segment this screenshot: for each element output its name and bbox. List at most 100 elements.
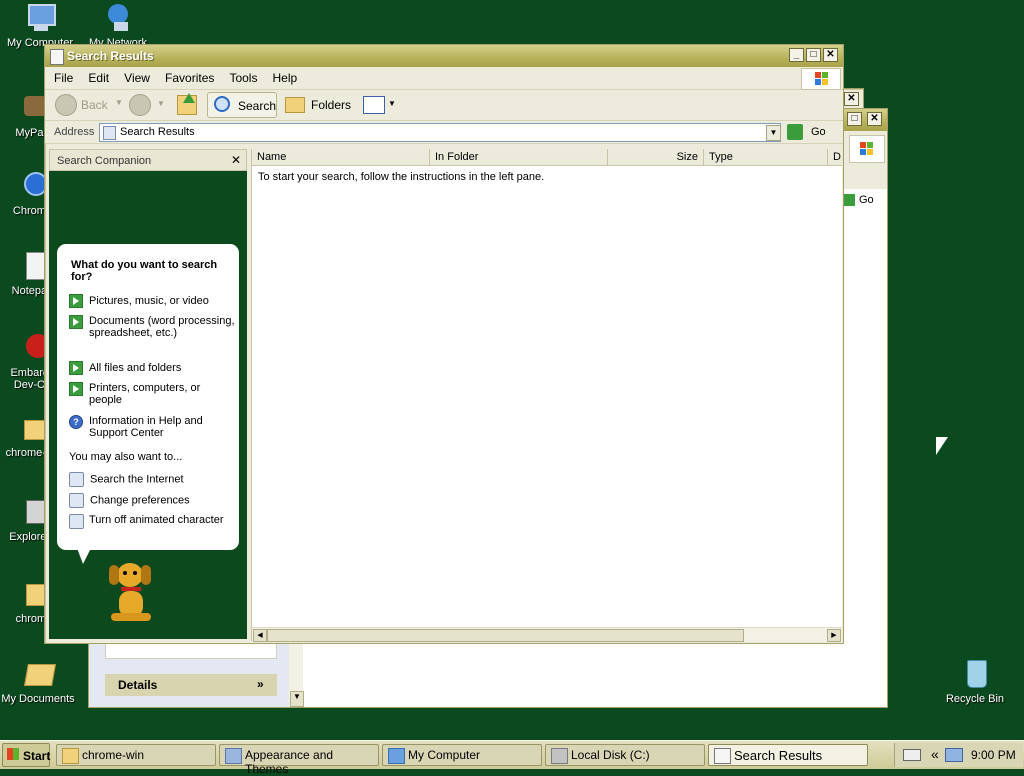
up-folder-button[interactable] — [175, 93, 199, 117]
back-label: Back — [81, 98, 108, 112]
back-window-go-button[interactable]: Go — [841, 191, 881, 211]
taskbar-button-search-results[interactable]: Search Results — [708, 744, 868, 766]
search-page-icon — [103, 126, 116, 140]
menu-favorites[interactable]: Favorites — [159, 67, 220, 85]
option-turn-off-character[interactable]: Turn off animated character — [69, 514, 235, 529]
menu-help[interactable]: Help — [267, 67, 304, 85]
horizontal-scrollbar[interactable]: ◀ ▶ — [252, 627, 842, 642]
search-results-window[interactable]: Search Results _ □ ✕ File Edit View Favo… — [44, 44, 844, 644]
details-panel-header[interactable]: Details » — [105, 674, 277, 696]
scroll-thumb[interactable] — [267, 629, 744, 642]
disk-drive-icon — [551, 748, 568, 764]
go-button[interactable]: Go — [785, 123, 835, 141]
search-dog-character-icon[interactable] — [101, 561, 161, 627]
windows-flag-icon — [7, 748, 19, 760]
go-arrow-icon — [843, 194, 855, 206]
menu-edit[interactable]: Edit — [82, 67, 115, 85]
address-label: Address — [54, 126, 95, 138]
back-window-toolbar-strip — [843, 131, 887, 189]
scroll-right-arrow[interactable]: ▶ — [827, 629, 841, 642]
character-icon — [69, 514, 84, 529]
title-bar[interactable]: Search Results _ □ ✕ — [45, 45, 843, 67]
search-window-icon — [714, 748, 731, 764]
back-button[interactable]: Back ▼ — [53, 93, 123, 117]
chevron-down-icon: » — [257, 677, 264, 691]
desktop-icon-recycle-bin[interactable]: Recycle Bin — [935, 658, 1015, 705]
search-options-balloon: What do you want to search for? Pictures… — [57, 244, 239, 564]
companion-background: What do you want to search for? Pictures… — [49, 171, 247, 639]
search-companion-header: Search Companion ✕ — [49, 149, 247, 171]
address-field[interactable]: Search Results ▼ — [99, 123, 781, 142]
close-button[interactable]: ✕ — [867, 112, 882, 126]
taskbar-button-label: Appearance and Themes — [245, 748, 334, 776]
green-arrow-icon — [69, 382, 83, 396]
windows-logo-icon — [849, 135, 885, 163]
control-panel-icon — [225, 748, 242, 764]
column-name[interactable]: Name — [252, 149, 430, 165]
internet-search-icon — [69, 472, 84, 487]
views-icon — [363, 96, 385, 114]
menu-view[interactable]: View — [118, 67, 156, 85]
option-change-preferences[interactable]: Change preferences — [69, 493, 229, 508]
documents-folder-icon — [22, 658, 56, 690]
menu-file[interactable]: File — [45, 67, 79, 85]
clock[interactable]: 9:00 PM — [971, 748, 1016, 762]
scroll-left-arrow[interactable]: ◀ — [253, 629, 267, 642]
forward-arrow-icon — [129, 94, 151, 116]
column-type[interactable]: Type — [704, 149, 828, 165]
taskbar-button-chrome-win[interactable]: chrome-win — [56, 744, 216, 766]
option-printers[interactable]: Printers, computers, or people — [69, 382, 235, 406]
tray-expand-button[interactable]: « — [931, 746, 939, 762]
column-size[interactable]: Size — [608, 149, 704, 165]
taskbar-button-local-disk[interactable]: Local Disk (C:) — [545, 744, 705, 766]
desktop-icon-label: Recycle Bin — [945, 693, 1005, 705]
taskbar-button-label: Local Disk (C:) — [571, 748, 650, 762]
start-label: Start — [23, 749, 51, 763]
option-label: Search the Internet — [90, 473, 184, 486]
option-documents[interactable]: Documents (word processing, spreadsheet,… — [69, 315, 235, 339]
taskbar-button-label: My Computer — [408, 748, 481, 762]
option-search-internet[interactable]: Search the Internet — [69, 472, 229, 487]
minimize-button[interactable]: _ — [789, 48, 804, 62]
close-icon[interactable]: ✕ — [231, 153, 241, 167]
computer-icon — [388, 748, 405, 764]
taskbar: Start chrome-win Appearance and Themes M… — [0, 740, 1024, 776]
empty-results-message: To start your search, follow the instruc… — [258, 171, 545, 183]
folders-button[interactable]: Folders — [283, 93, 352, 117]
green-arrow-icon — [69, 361, 83, 375]
also-label: You may also want to... — [69, 451, 183, 463]
back-window-titlebar[interactable]: □ ✕ — [843, 109, 887, 131]
green-arrow-icon — [69, 315, 83, 329]
desktop-icon-my-documents[interactable]: My Documents — [0, 658, 78, 705]
address-dropdown-button[interactable]: ▼ — [766, 125, 781, 141]
folders-label: Folders — [311, 98, 352, 112]
search-button[interactable]: Search — [207, 92, 277, 118]
option-label: Documents (word processing, spreadsheet,… — [89, 315, 235, 339]
companion-title: Search Companion — [57, 155, 152, 167]
taskbar-button-appearance-themes[interactable]: Appearance and Themes — [219, 744, 379, 776]
close-button[interactable]: ✕ — [844, 92, 859, 106]
menu-tools[interactable]: Tools — [223, 67, 263, 85]
option-pictures-music-video[interactable]: Pictures, music, or video — [69, 294, 229, 308]
forward-button[interactable]: ▼ — [129, 93, 165, 117]
green-up-arrow — [183, 93, 195, 103]
maximize-button[interactable]: □ — [847, 112, 862, 126]
option-label: Printers, computers, or people — [89, 382, 201, 406]
desktop-icon-my-computer[interactable]: My Computer — [0, 2, 80, 49]
start-button[interactable]: Start — [2, 743, 50, 767]
system-tray: « 9:00 PM — [894, 743, 1023, 767]
address-bar: Address Search Results ▼ Go — [45, 121, 843, 144]
option-all-files[interactable]: All files and folders — [69, 361, 229, 375]
column-date[interactable]: D — [828, 149, 842, 165]
network-tray-icon[interactable] — [945, 748, 963, 762]
taskbar-button-my-computer[interactable]: My Computer — [382, 744, 542, 766]
option-help-center[interactable]: ? Information in Help and Support Center — [69, 415, 235, 439]
column-in-folder[interactable]: In Folder — [430, 149, 608, 165]
keyboard-icon[interactable] — [903, 749, 921, 761]
preferences-icon — [69, 493, 84, 508]
maximize-button[interactable]: □ — [806, 48, 821, 62]
scroll-down-arrow[interactable]: ▼ — [290, 691, 304, 707]
views-button[interactable]: ▼ — [361, 93, 397, 117]
close-button[interactable]: ✕ — [823, 48, 838, 62]
chevron-down-icon: ▼ — [115, 98, 123, 107]
